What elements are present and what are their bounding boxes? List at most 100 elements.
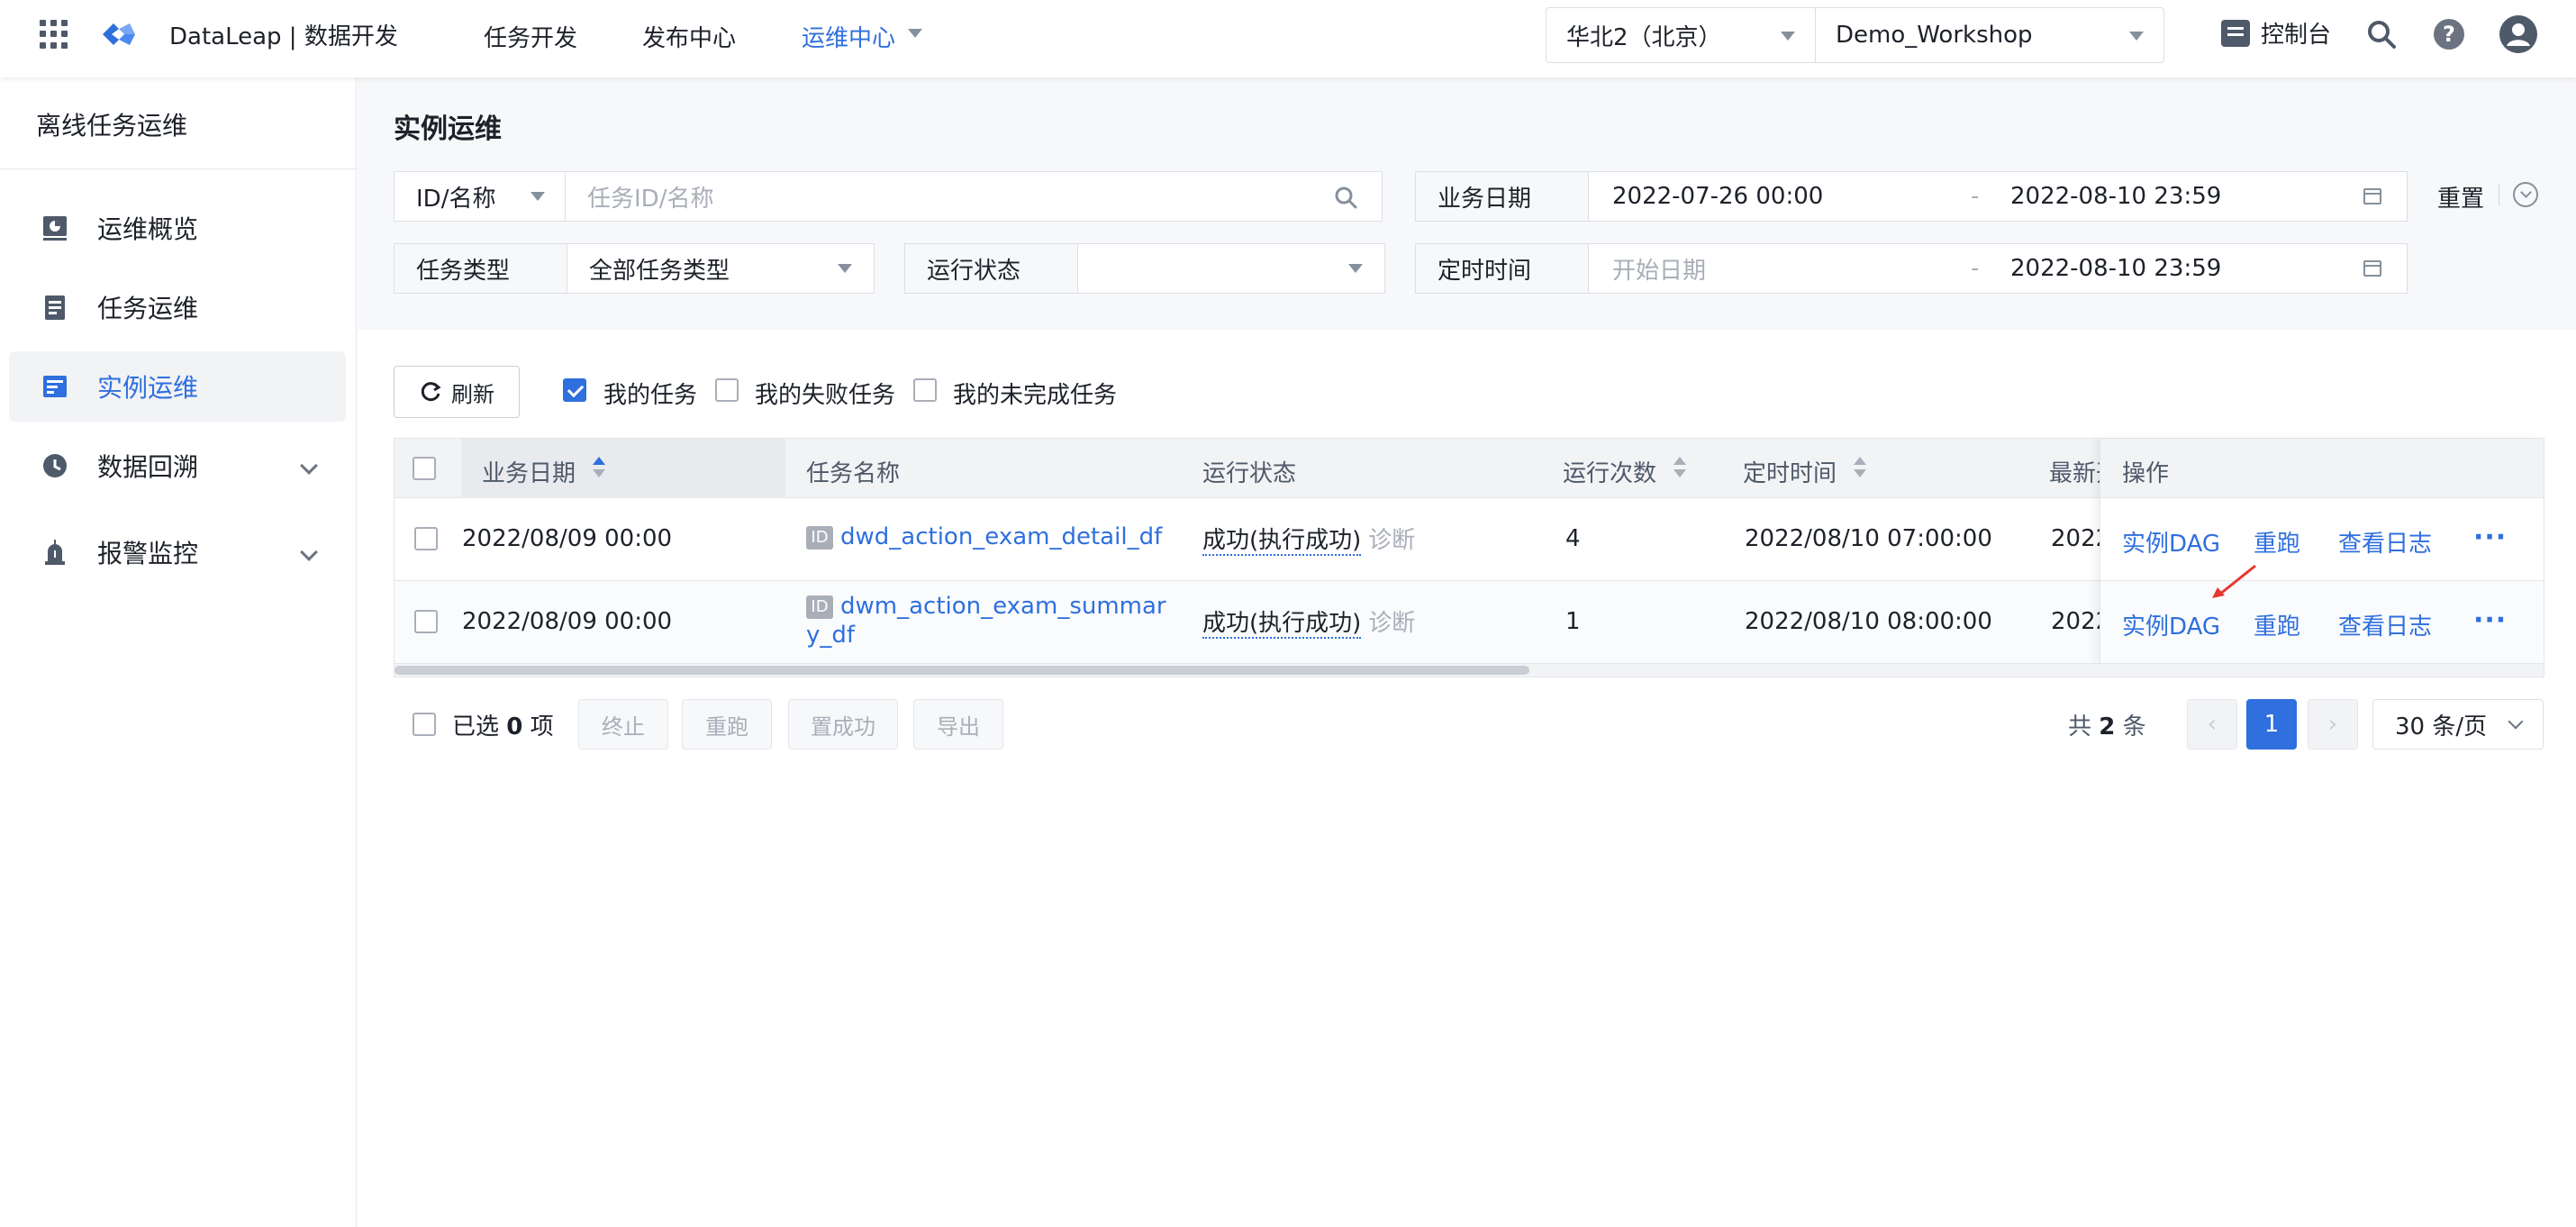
run-count-cell: 1 — [1565, 608, 1581, 635]
apps-grid-icon[interactable] — [40, 20, 68, 49]
task-name-link[interactable]: dwd_action_exam_detail_df — [840, 523, 1162, 550]
stop-button[interactable]: 终止 — [578, 699, 668, 750]
scrollbar-thumb[interactable] — [395, 666, 1529, 675]
run-count-cell: 4 — [1565, 525, 1581, 552]
col-sched-time[interactable]: 定时时间 — [1743, 455, 1837, 488]
history-icon — [40, 450, 70, 481]
total-suffix: 条 — [2122, 713, 2146, 741]
sched-time-range: 定时时间 开始日期 - 2022-08-10 23:59 — [1415, 243, 2408, 294]
id-tag: ID — [806, 525, 833, 550]
col-task-name: 任务名称 — [806, 460, 901, 487]
view-log-link[interactable]: 查看日志 — [2338, 608, 2432, 641]
task-name-cell: ID dwd_action_exam_detail_df — [806, 523, 1162, 550]
range-separator: - — [1971, 183, 1980, 210]
region-select[interactable]: 华北2（北京） — [1546, 7, 1816, 63]
col-run-count[interactable]: 运行次数 — [1563, 455, 1656, 488]
id-name-search: ID/名称 任务ID/名称 — [394, 171, 1383, 222]
footer-select-all-checkbox[interactable] — [413, 713, 436, 736]
rerun-link[interactable]: 重跑 — [2254, 525, 2300, 559]
task-name-link[interactable]: dwm_action_exam_summar — [840, 593, 1166, 620]
total-count: 共 2 条 — [2068, 708, 2146, 741]
total-prefix: 共 — [2068, 713, 2092, 741]
sched-end-input[interactable]: 2022-08-10 23:59 — [2010, 244, 2221, 293]
my-failed-checkbox[interactable] — [715, 378, 739, 402]
biz-date-end[interactable]: 2022-08-10 23:59 — [2010, 172, 2221, 221]
sidebar-item-overview[interactable]: 运维概览 — [9, 193, 346, 263]
nav-task-dev[interactable]: 任务开发 — [484, 20, 577, 53]
id-type-label: ID/名称 — [416, 185, 496, 213]
task-type-label: 任务类型 — [395, 244, 567, 293]
set-success-button[interactable]: 置成功 — [788, 699, 898, 750]
my-tasks-checkbox[interactable] — [563, 378, 586, 402]
range-separator: - — [1971, 255, 1980, 282]
instance-dag-link[interactable]: 实例DAG — [2122, 608, 2220, 641]
calendar-icon[interactable] — [2363, 260, 2381, 277]
expand-collapse-icon[interactable] — [2513, 182, 2538, 207]
rerun-button[interactable]: 重跑 — [682, 699, 772, 750]
refresh-label: 刷新 — [451, 381, 494, 407]
more-icon[interactable]: ··· — [2473, 522, 2507, 553]
sort-icon[interactable] — [593, 457, 605, 480]
export-button[interactable]: 导出 — [913, 699, 1003, 750]
sort-icon[interactable] — [1854, 457, 1866, 480]
task-name-cell: ID dwm_action_exam_summar y_df — [806, 592, 1166, 650]
col-biz-date[interactable]: 业务日期 — [482, 455, 576, 488]
refresh-button[interactable]: 刷新 — [394, 366, 520, 418]
task-name-link-cont[interactable]: y_df — [806, 622, 855, 649]
search-icon[interactable] — [1333, 185, 1358, 210]
col-latest: 最新开 — [2049, 460, 2100, 487]
help-icon[interactable]: ? — [2434, 19, 2464, 50]
page-size-select[interactable]: 30 条/页 — [2372, 699, 2544, 750]
page-1-button[interactable]: 1 — [2246, 699, 2297, 750]
select-all-checkbox[interactable] — [413, 457, 436, 480]
console-link[interactable]: 控制台 — [2221, 16, 2331, 50]
dataleap-logo — [103, 23, 135, 45]
sidebar-item-instance-ops[interactable]: 实例运维 — [9, 351, 346, 422]
chevron-down-icon[interactable] — [908, 29, 922, 38]
page-size-value: 30 条/页 — [2395, 713, 2488, 741]
row-checkbox[interactable] — [414, 527, 438, 550]
top-navbar: DataLeap | 数据开发 任务开发 发布中心 运维中心 华北2（北京） D… — [0, 0, 2576, 77]
selected-prefix: 已选 — [452, 713, 500, 741]
biz-date-range: 业务日期 2022-07-26 00:00 - 2022-08-10 23:59 — [1415, 171, 2408, 222]
reset-button[interactable]: 重置 — [2437, 180, 2484, 214]
my-failed-label: 我的失败任务 — [755, 382, 896, 409]
sidebar-item-task-ops[interactable]: 任务运维 — [9, 272, 346, 342]
id-search-input[interactable]: 任务ID/名称 — [587, 172, 713, 221]
id-type-select[interactable]: ID/名称 — [395, 172, 566, 221]
instance-dag-link[interactable]: 实例DAG — [2122, 525, 2220, 559]
more-icon[interactable]: ··· — [2473, 604, 2507, 636]
chevron-down-icon — [2508, 713, 2524, 730]
task-type-select[interactable]: 全部任务类型 — [589, 244, 730, 293]
view-log-link[interactable]: 查看日志 — [2338, 525, 2432, 559]
chevron-down-icon — [1348, 264, 1363, 273]
search-icon[interactable] — [2365, 18, 2398, 50]
user-avatar-icon[interactable] — [2499, 14, 2538, 54]
region-value: 华北2（北京） — [1566, 23, 1722, 51]
diagnose-link[interactable]: 诊断 — [1368, 527, 1415, 554]
my-unfinished-checkbox[interactable] — [913, 378, 937, 402]
sidebar-item-data-backfill[interactable]: 数据回溯 — [9, 431, 346, 501]
calendar-icon[interactable] — [2363, 188, 2381, 204]
project-select[interactable]: Demo_Workshop — [1815, 7, 2164, 63]
run-status-cell: 成功(执行成功) 诊断 — [1202, 522, 1415, 556]
selected-number: 0 — [506, 713, 523, 741]
nav-release-center[interactable]: 发布中心 — [642, 20, 736, 53]
action-cell: 实例DAG 重跑 查看日志 ··· — [2100, 498, 2544, 581]
status-badge[interactable]: 成功(执行成功) — [1202, 527, 1362, 556]
sort-icon[interactable] — [1673, 457, 1686, 480]
diagnose-link[interactable]: 诊断 — [1368, 610, 1415, 637]
chevron-down-icon — [531, 192, 545, 201]
sched-start-input[interactable]: 开始日期 — [1612, 244, 1706, 293]
row-checkbox[interactable] — [414, 610, 438, 633]
dashboard-icon — [40, 213, 70, 243]
prev-page-button[interactable]: ‹ — [2187, 699, 2237, 750]
sidebar-item-alarm[interactable]: 报警监控 — [9, 517, 346, 587]
run-status-cell: 成功(执行成功) 诊断 — [1202, 604, 1415, 639]
status-badge[interactable]: 成功(执行成功) — [1202, 610, 1362, 639]
sidebar-item-label: 报警监控 — [97, 539, 199, 568]
nav-ops-center[interactable]: 运维中心 — [802, 20, 895, 53]
rerun-link[interactable]: 重跑 — [2254, 608, 2300, 641]
next-page-button[interactable]: › — [2308, 699, 2358, 750]
biz-date-start[interactable]: 2022-07-26 00:00 — [1612, 172, 1823, 221]
